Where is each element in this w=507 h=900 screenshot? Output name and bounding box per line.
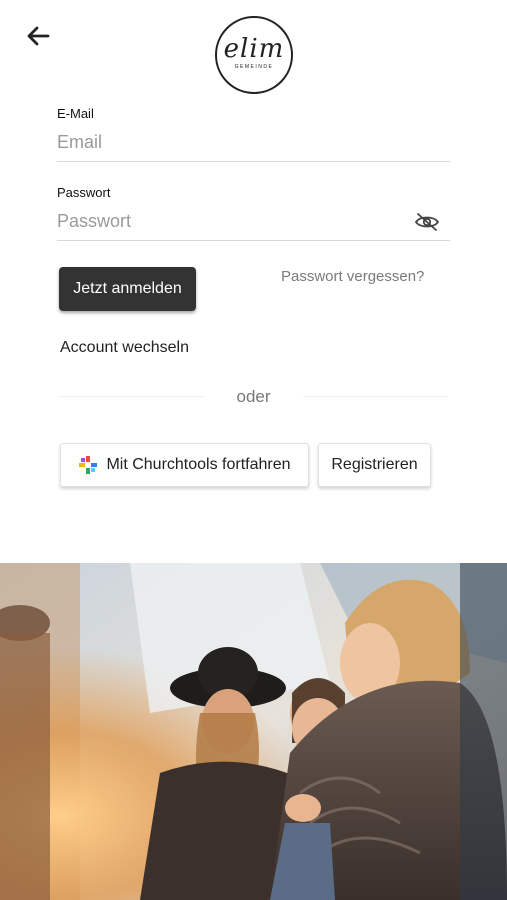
password-field-group: Passwort	[57, 185, 450, 241]
login-button[interactable]: Jetzt anmelden	[59, 267, 196, 311]
back-button[interactable]	[24, 22, 52, 50]
switch-account-link[interactable]: Account wechseln	[60, 339, 189, 357]
register-button[interactable]: Registrieren	[318, 443, 431, 487]
churchtools-login-button[interactable]: Mit Churchtools fortfahren	[60, 443, 309, 487]
register-button-label: Registrieren	[331, 456, 418, 473]
password-input[interactable]	[57, 206, 450, 236]
churchtools-button-label: Mit Churchtools fortfahren	[106, 456, 291, 473]
email-input-wrapper	[57, 127, 450, 162]
divider-text: oder	[236, 387, 271, 406]
arrow-left-icon	[27, 26, 50, 46]
logo-subtext: GEMEINDE	[234, 64, 274, 70]
hero-photo	[0, 563, 507, 900]
email-input[interactable]	[57, 127, 450, 157]
toggle-password-visibility[interactable]	[414, 212, 440, 232]
logo-text: elim	[223, 34, 285, 64]
forgot-password-link[interactable]: Passwort vergessen?	[281, 268, 424, 285]
email-field-group: E-Mail	[57, 106, 450, 162]
password-input-wrapper	[57, 206, 450, 241]
eye-off-icon	[414, 213, 440, 231]
password-label: Passwort	[57, 185, 111, 200]
divider-right	[303, 396, 448, 397]
people-photo-image	[0, 563, 507, 900]
elim-logo: elim GEMEINDE	[215, 16, 293, 94]
email-label: E-Mail	[57, 106, 94, 121]
churchtools-logo-icon	[79, 456, 98, 474]
